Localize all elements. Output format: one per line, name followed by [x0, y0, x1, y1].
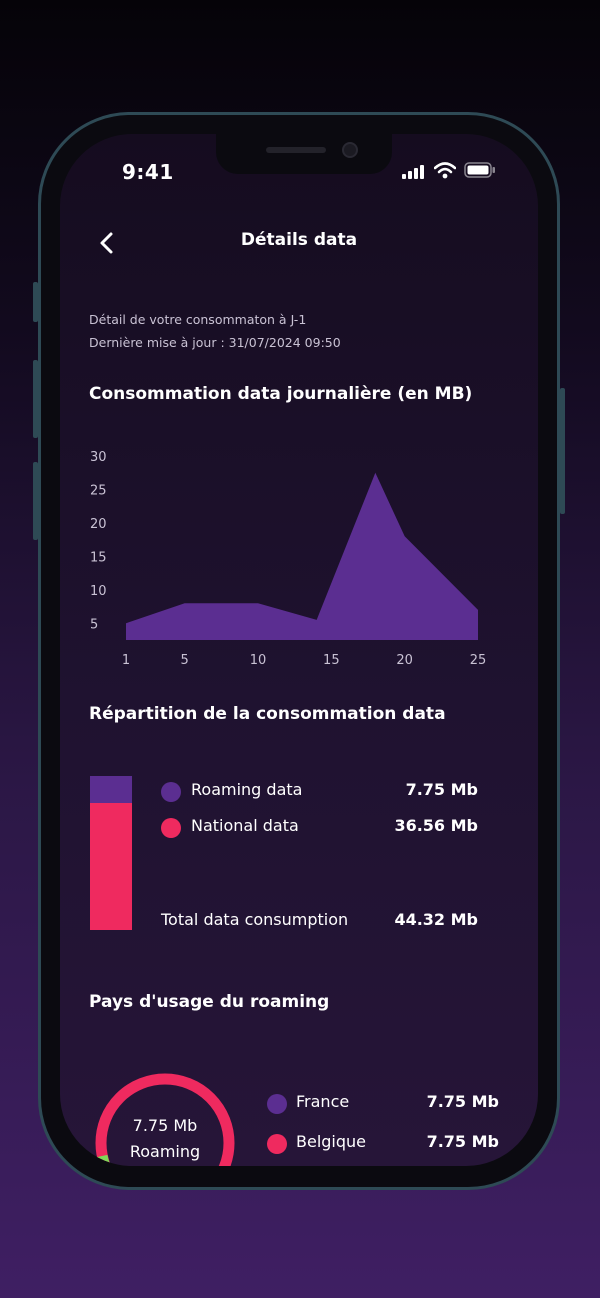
- y-tick-label: 30: [90, 450, 107, 465]
- roaming-countries-title: Pays d'usage du roaming: [89, 992, 330, 1012]
- info-detail: Détail de votre consommaton à J-1: [89, 312, 307, 327]
- legend-value-roaming: 7.75 Mb: [405, 780, 478, 799]
- bar-segment-roaming: [90, 776, 132, 803]
- daily-consumption-chart: 302520151051 5 10 15 20 25: [90, 450, 487, 668]
- app-screen: 9:41 Détails data Détail de votre consom…: [60, 134, 538, 1166]
- y-tick-label: 10: [90, 584, 107, 599]
- page-title: Détails data: [240, 230, 358, 250]
- legend-label-roaming: Roaming data: [191, 780, 303, 799]
- battery-icon: [464, 162, 496, 178]
- legend-value-national: 36.56 Mb: [394, 816, 478, 835]
- legend-dot-belgique: [267, 1134, 287, 1154]
- front-camera: [342, 142, 358, 158]
- x-tick-label: 10: [250, 653, 267, 668]
- repartition-stacked-bar: [90, 776, 132, 930]
- y-tick-label: 5: [90, 617, 98, 632]
- country-label-france: France: [296, 1092, 350, 1111]
- donut-value: 7.75 Mb: [132, 1116, 198, 1135]
- legend-dot-france: [267, 1094, 287, 1114]
- wifi-icon: [433, 162, 457, 179]
- x-tick-label: 25: [470, 653, 487, 668]
- speaker: [266, 147, 326, 153]
- x-tick-label: 1: [122, 653, 130, 668]
- daily-area-series: [126, 472, 478, 640]
- donut-label: Roaming: [129, 1142, 201, 1161]
- y-tick-label: 15: [90, 550, 107, 565]
- repartition-title: Répartition de la consommation data: [89, 704, 446, 724]
- info-last-update: Dernière mise à jour : 31/07/2024 09:50: [89, 335, 341, 350]
- notch: [216, 134, 392, 174]
- status-time: 9:41: [122, 160, 174, 184]
- total-label: Total data consumption: [161, 910, 349, 929]
- legend-dot-roaming: [161, 782, 181, 802]
- country-value-belgique: 7.75 Mb: [426, 1132, 499, 1151]
- power-button: [560, 388, 565, 514]
- x-tick-label: 20: [396, 653, 413, 668]
- legend-dot-national: [161, 818, 181, 838]
- y-tick-label: 20: [90, 517, 107, 532]
- country-value-france: 7.75 Mb: [426, 1092, 499, 1111]
- signal-icon: [402, 164, 426, 179]
- country-label-belgique: Belgique: [296, 1132, 367, 1151]
- daily-chart-title: Consommation data journalière (en MB): [89, 384, 473, 404]
- x-tick-label: 15: [323, 653, 340, 668]
- legend-label-national: National data: [191, 816, 299, 835]
- total-value: 44.32 Mb: [394, 910, 478, 929]
- x-tick-label: 5: [181, 653, 189, 668]
- y-tick-label: 25: [90, 483, 107, 498]
- bar-segment-national: [90, 802, 132, 930]
